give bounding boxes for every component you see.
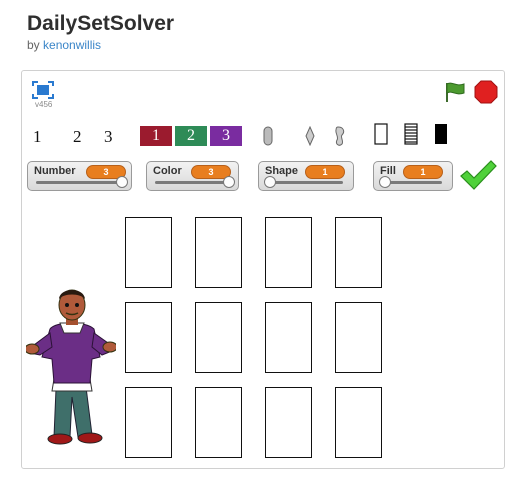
card-slot-r2c4[interactable] [335, 302, 382, 373]
color-slider-label: Color [153, 165, 182, 177]
stop-icon[interactable] [474, 80, 498, 104]
color-option-3[interactable]: 3 [210, 126, 242, 146]
version-label: v456 [35, 100, 53, 109]
striped-fill-icon[interactable] [404, 123, 418, 145]
color-slider-knob[interactable] [223, 176, 235, 188]
card-slot-r3c1[interactable] [125, 387, 172, 458]
card-slot-r1c3[interactable] [265, 217, 312, 288]
card-slot-r1c4[interactable] [335, 217, 382, 288]
fill-slider[interactable]: Fill 1 [373, 161, 453, 191]
project-title: DailySetSolver [27, 12, 175, 35]
number-slider-knob[interactable] [116, 176, 128, 188]
card-slot-r3c4[interactable] [335, 387, 382, 458]
oval-shape-icon[interactable] [263, 126, 273, 146]
squiggle-shape-icon[interactable] [334, 126, 346, 146]
author-link[interactable]: kenonwillis [43, 38, 101, 52]
fill-slider-label: Fill [380, 165, 396, 177]
color-slider-track[interactable] [155, 181, 228, 184]
card-slot-r3c2[interactable] [195, 387, 242, 458]
fill-slider-knob[interactable] [379, 176, 391, 188]
green-flag-icon[interactable] [444, 81, 466, 103]
fill-slider-track[interactable] [382, 181, 442, 184]
stage: v456 1 2 3 1 2 3 Number 3 Color 3 Shape … [21, 70, 505, 469]
fullscreen-icon[interactable] [32, 81, 54, 99]
fill-slider-value: 1 [403, 165, 443, 179]
color-slider[interactable]: Color 3 [146, 161, 239, 191]
color-option-1[interactable]: 1 [140, 126, 172, 146]
card-slot-r1c2[interactable] [195, 217, 242, 288]
number-slider-track[interactable] [36, 181, 121, 184]
checkmark-icon[interactable] [459, 159, 497, 191]
solid-fill-icon[interactable] [434, 123, 448, 145]
shape-slider-track[interactable] [267, 181, 343, 184]
number-slider-label: Number [34, 165, 76, 177]
byline: by kenonwillis [27, 38, 101, 52]
card-slot-r1c1[interactable] [125, 217, 172, 288]
card-slot-r2c1[interactable] [125, 302, 172, 373]
number-option-2[interactable]: 2 [73, 127, 82, 147]
diamond-shape-icon[interactable] [305, 126, 315, 146]
card-slot-r2c2[interactable] [195, 302, 242, 373]
shape-slider[interactable]: Shape 1 [258, 161, 354, 191]
number-slider[interactable]: Number 3 [27, 161, 132, 191]
shrugging-man-sprite[interactable] [26, 287, 116, 449]
shape-slider-knob[interactable] [264, 176, 276, 188]
card-slot-r2c3[interactable] [265, 302, 312, 373]
color-option-2[interactable]: 2 [175, 126, 207, 146]
by-label: by [27, 38, 40, 52]
empty-fill-icon[interactable] [374, 123, 388, 145]
shape-slider-value: 1 [305, 165, 345, 179]
card-slot-r3c3[interactable] [265, 387, 312, 458]
number-option-3[interactable]: 3 [104, 127, 113, 147]
number-option-1[interactable]: 1 [33, 127, 42, 147]
